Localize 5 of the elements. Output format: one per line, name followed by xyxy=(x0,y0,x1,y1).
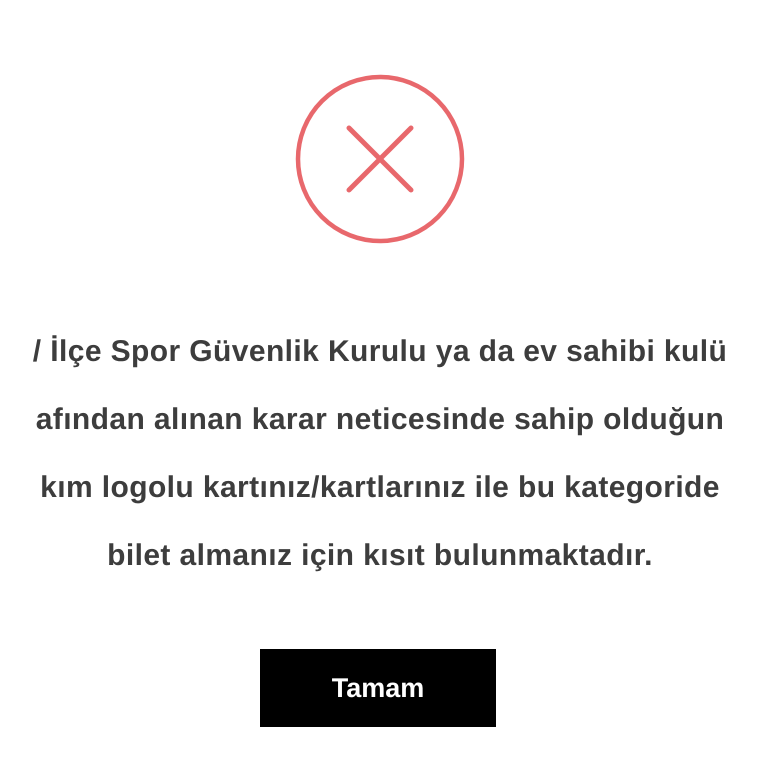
ok-button[interactable]: Tamam xyxy=(260,649,496,727)
message-line: / İlçe Spor Güvenlik Kurulu ya da ev sahibi kulü xyxy=(32,334,728,370)
message-line: bilet almanız için kısıt bulunmaktadır. xyxy=(107,538,653,574)
message-line: kım logolu kartınız/kartlarınız ile bu kategoride xyxy=(40,470,720,506)
message-line: afından alınan karar neticesinde sahip olduğun xyxy=(36,402,724,438)
